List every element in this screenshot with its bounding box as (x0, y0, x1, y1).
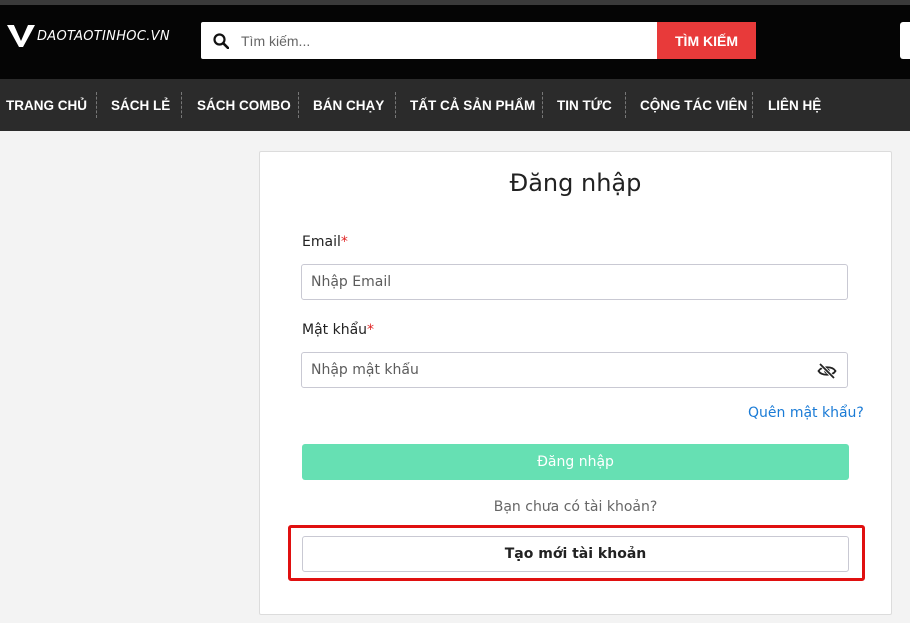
search-button[interactable]: TÌM KIẾM (657, 22, 756, 59)
search-icon[interactable] (201, 22, 241, 59)
main-nav: TRANG CHỦ SÁCH LẺ SÁCH COMBO BÁN CHẠY TẤ… (0, 79, 910, 131)
password-field-wrapper (301, 352, 848, 388)
nav-item-best-selling[interactable]: BÁN CHẠY (313, 98, 384, 113)
top-strip (0, 0, 910, 5)
nav-item-news[interactable]: TIN TỨC (557, 98, 612, 113)
top-header: DAOTAOTINHOC.VN TÌM KIẾM (0, 0, 910, 79)
header-right-widget[interactable] (900, 22, 910, 59)
nav-separator (298, 92, 299, 118)
logo-icon (7, 25, 35, 47)
forgot-password-link[interactable]: Quên mật khẩu? (748, 405, 864, 421)
login-title: Đăng nhập (509, 169, 642, 197)
nav-item-home[interactable]: TRANG CHỦ (6, 98, 87, 113)
search-input[interactable] (241, 32, 641, 49)
no-account-text: Bạn chưa có tài khoản? (493, 499, 658, 515)
nav-item-combo-books[interactable]: SÁCH COMBO (197, 98, 291, 113)
email-label: Email* (302, 234, 348, 250)
password-field[interactable] (302, 353, 847, 387)
password-label-text: Mật khẩu (302, 322, 368, 338)
nav-item-all-products[interactable]: TẤT CẢ SẢN PHẨM (410, 98, 535, 113)
site-logo[interactable]: DAOTAOTINHOC.VN (7, 22, 170, 50)
nav-item-single-books[interactable]: SÁCH LẺ (111, 98, 170, 113)
create-account-button[interactable]: Tạo mới tài khoản (302, 536, 849, 572)
nav-separator (395, 92, 396, 118)
nav-item-collaborators[interactable]: CỘNG TÁC VIÊN (640, 98, 747, 113)
nav-separator (96, 92, 97, 118)
email-field-wrapper (301, 264, 848, 300)
nav-separator (181, 92, 182, 118)
login-button[interactable]: Đăng nhập (302, 444, 849, 480)
nav-separator (542, 92, 543, 118)
nav-item-contact[interactable]: LIÊN HỆ (768, 98, 821, 113)
email-label-text: Email (302, 234, 341, 250)
password-label: Mật khẩu* (302, 322, 374, 338)
eye-slash-icon[interactable] (817, 361, 837, 381)
required-mark: * (367, 322, 375, 338)
search-field (201, 22, 657, 59)
nav-separator (752, 92, 753, 118)
email-field[interactable] (302, 265, 847, 299)
logo-text: DAOTAOTINHOC.VN (37, 28, 170, 44)
required-mark: * (340, 234, 348, 250)
nav-separator (625, 92, 626, 118)
